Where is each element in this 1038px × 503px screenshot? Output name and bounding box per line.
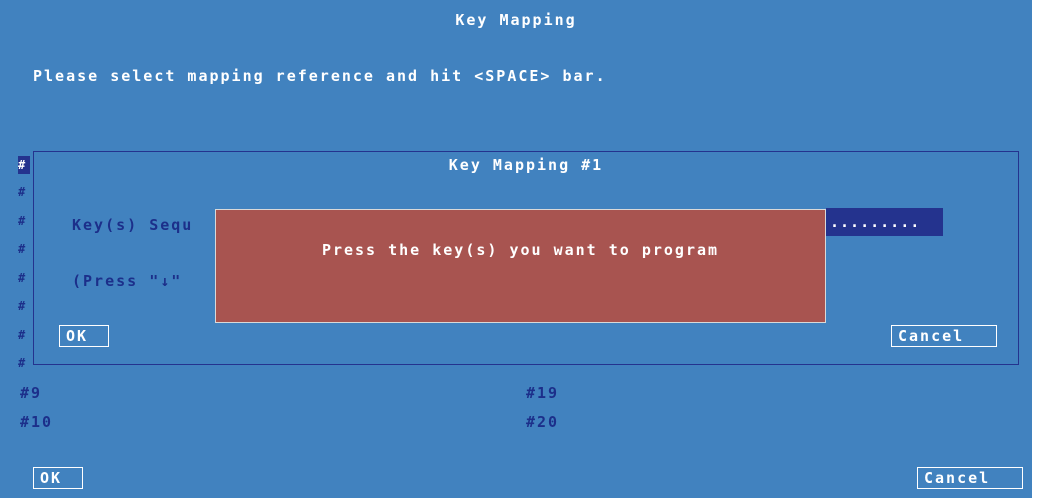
dialog-ok-button[interactable]: OK	[59, 325, 109, 347]
list-marker-column: #	[18, 156, 30, 174]
list-marker[interactable]: #	[18, 183, 30, 201]
list-item-9[interactable]: #9	[20, 384, 42, 402]
press-hint-text: (Press "↓"	[72, 272, 183, 290]
dialog-cancel-button[interactable]: Cancel	[891, 325, 997, 347]
ok-button[interactable]: OK	[33, 467, 83, 489]
popup-message: Press the key(s) you want to program	[321, 241, 720, 259]
list-item-19[interactable]: #19	[526, 384, 559, 402]
list-item-20[interactable]: #20	[526, 413, 559, 431]
list-marker[interactable]: #	[18, 326, 30, 344]
terminal-screen: Key Mapping Please select mapping refere…	[0, 0, 1032, 498]
key-capture-popup: Press the key(s) you want to program	[215, 209, 826, 323]
cancel-button[interactable]: Cancel	[917, 467, 1023, 489]
sequence-label: Key(s) Sequ	[72, 216, 194, 234]
list-marker[interactable]: #	[18, 240, 30, 258]
list-marker[interactable]: #	[18, 297, 30, 315]
list-marker[interactable]: #	[18, 212, 30, 230]
key-sequence-field[interactable]: .........	[826, 208, 943, 236]
instruction-text: Please select mapping reference and hit …	[33, 67, 607, 85]
list-marker[interactable]: #	[18, 354, 30, 372]
list-marker[interactable]: #	[18, 269, 30, 287]
list-item-10[interactable]: #10	[20, 413, 53, 431]
window-title: Key Mapping	[455, 11, 577, 29]
list-marker-selected[interactable]: #	[18, 156, 30, 174]
dialog-title: Key Mapping #1	[448, 156, 604, 174]
